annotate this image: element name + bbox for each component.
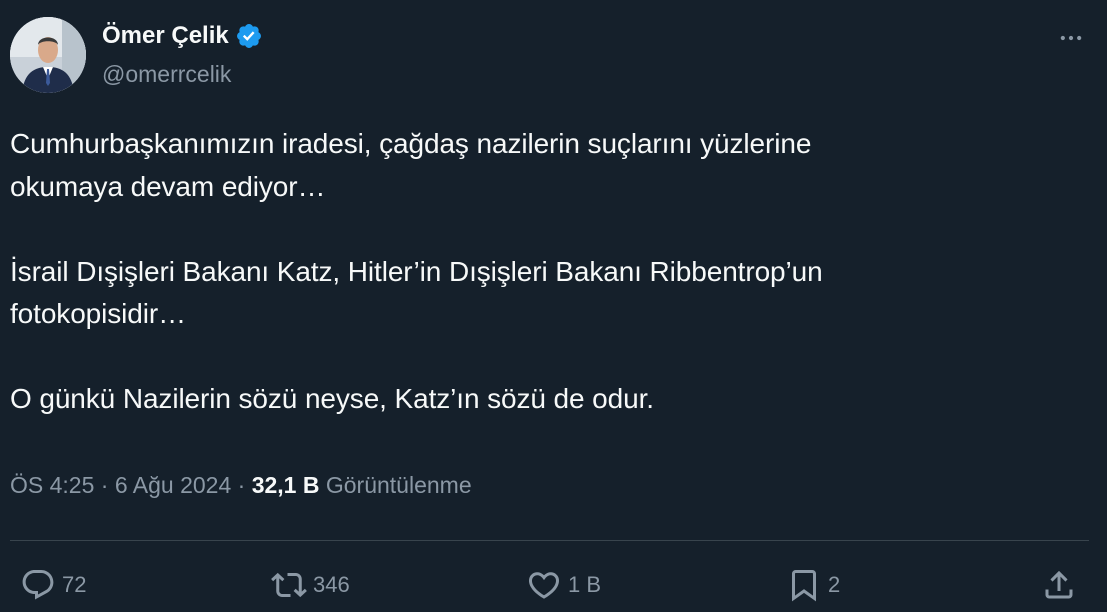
like-button[interactable]: 1 B	[526, 561, 601, 609]
tweet-date[interactable]: 6 Ağu 2024	[115, 472, 231, 498]
more-horizontal-icon	[1060, 35, 1082, 41]
share-button[interactable]	[1041, 561, 1077, 609]
tweet-time[interactable]: ÖS 4:25	[10, 472, 94, 498]
retweet-icon	[271, 572, 307, 598]
bookmark-icon	[792, 570, 816, 602]
divider	[10, 540, 1089, 541]
tweet-card: Ömer Çelik @omerrcelik Cumhurbaşkanımızı…	[0, 0, 1107, 612]
retweet-count: 346	[313, 572, 350, 597]
author-handle[interactable]: @omerrcelik	[102, 61, 231, 88]
action-bar: 72 346 1 B 2	[0, 561, 1107, 609]
avatar-image	[10, 17, 86, 93]
reply-button[interactable]: 72	[20, 561, 86, 609]
tweet-text: Cumhurbaşkanımızın iradesi, çağdaş nazil…	[10, 128, 823, 414]
verified-badge-icon[interactable]	[235, 22, 263, 50]
share-icon	[1045, 570, 1073, 599]
bookmark-button[interactable]: 2	[786, 561, 840, 609]
tweet-meta: ÖS 4:25 · 6 Ağu 2024 · 32,1 B Görüntülen…	[10, 472, 472, 499]
author-display-name[interactable]: Ömer Çelik	[102, 22, 229, 50]
views-label: Görüntülenme	[325, 472, 472, 498]
avatar[interactable]	[10, 17, 86, 93]
more-options-button[interactable]	[1053, 20, 1089, 56]
meta-separator: ·	[237, 472, 246, 498]
views-count[interactable]: 32,1 B	[252, 472, 320, 498]
retweet-button[interactable]: 346	[271, 561, 350, 609]
reply-count: 72	[62, 572, 87, 597]
meta-separator: ·	[100, 472, 109, 498]
reply-icon	[22, 570, 54, 600]
bookmark-count: 2	[828, 572, 841, 597]
like-count: 1 B	[568, 572, 602, 597]
heart-icon	[528, 572, 560, 599]
author-name-row: Ömer Çelik	[102, 22, 263, 50]
